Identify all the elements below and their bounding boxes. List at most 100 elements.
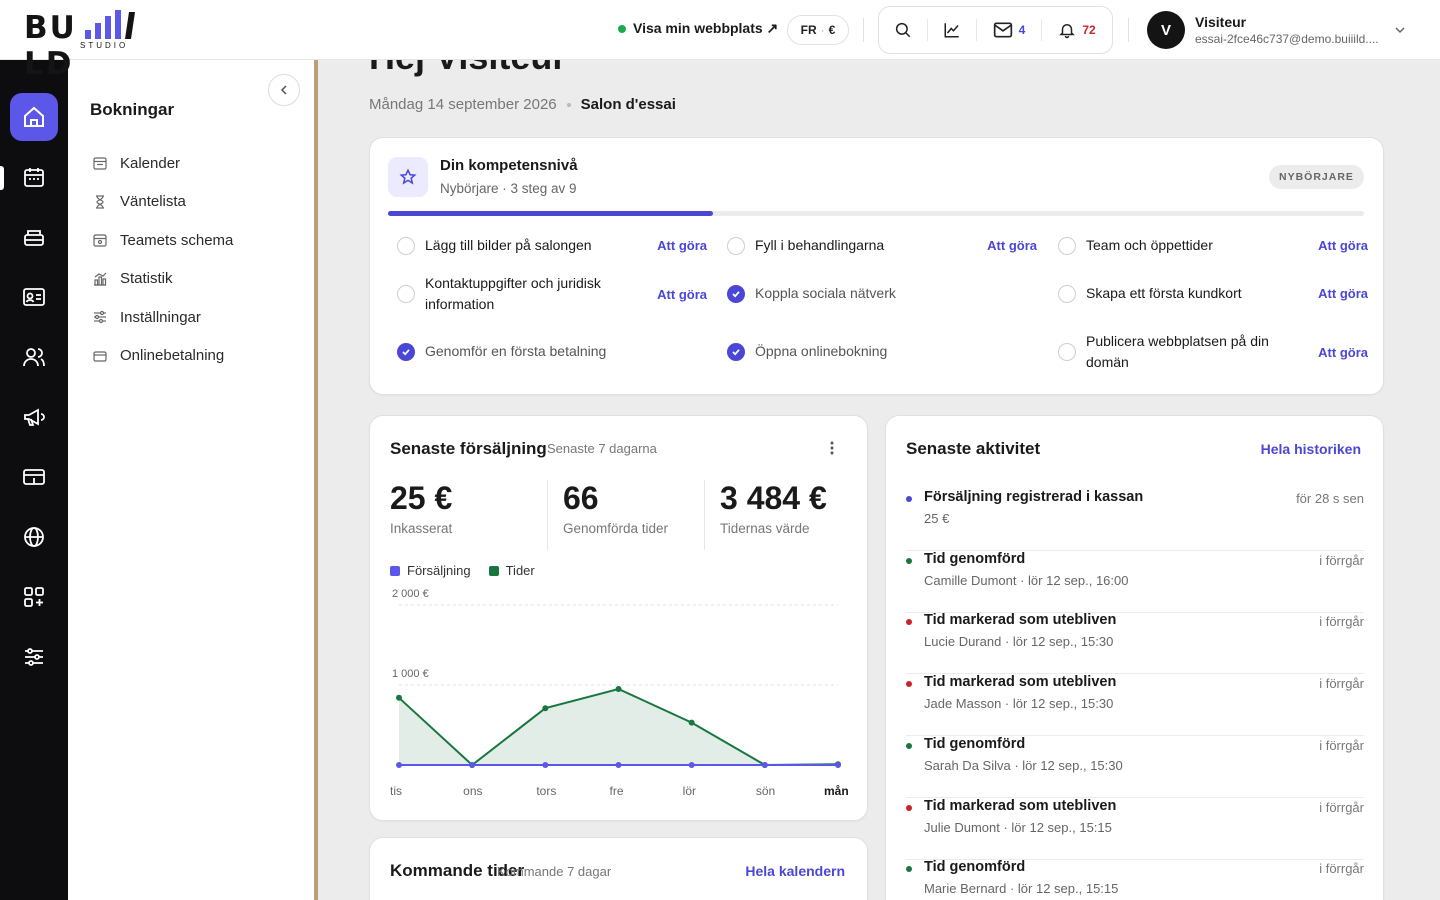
kpi-value: 25 €: [390, 480, 453, 516]
task-label: Team och öppettider: [1086, 237, 1213, 253]
legend-item-appointments[interactable]: Tider: [488, 563, 535, 578]
full-history-link[interactable]: Hela historiken: [1261, 441, 1361, 457]
activity-status-dot: [906, 496, 912, 502]
activity-status-dot: [906, 681, 912, 688]
search-button[interactable]: [879, 7, 927, 53]
activity-item[interactable]: Tid markerad som utebliven Jade Masson · …: [906, 674, 1364, 737]
full-calendar-link[interactable]: Hela kalendern: [745, 863, 845, 879]
legend-label: Försäljning: [407, 563, 471, 578]
activity-status-dot: [906, 866, 912, 873]
calendar-small-icon: [93, 157, 107, 170]
activity-item[interactable]: Tid genomförd Sarah Da Silva · lör 12 sep…: [906, 736, 1364, 798]
task-item[interactable]: Lägg till bilder på salongen Att göra: [397, 235, 707, 256]
activity-item[interactable]: Tid genomförd Marie Bernard · lör 12 sep.…: [906, 859, 1364, 900]
nav-home[interactable]: [10, 93, 58, 141]
submenu-item-statistik[interactable]: Statistik: [92, 260, 233, 299]
task-checkbox-checked[interactable]: [727, 284, 745, 303]
activity-item[interactable]: Försäljning registrerad i kassan 25 € för …: [906, 489, 1364, 551]
nav-contacts[interactable]: [10, 273, 58, 321]
activity-item[interactable]: Tid markerad som utebliven Lucie Durand ·…: [906, 612, 1364, 675]
contact-card-icon: [23, 288, 45, 306]
task-item[interactable]: Öppna onlinebokning: [727, 341, 1037, 362]
task-item[interactable]: Koppla sociala nätverk: [727, 283, 1037, 304]
submenu-item-kalender[interactable]: Kalender: [92, 144, 233, 183]
nav-bookings[interactable]: [10, 153, 58, 201]
language-currency-switcher[interactable]: FR · €: [787, 15, 849, 45]
activity-status-dot: [906, 804, 912, 811]
activity-title: Tid genomförd: [924, 550, 1026, 567]
task-checkbox[interactable]: [397, 285, 415, 303]
activity-status-dot: [906, 557, 912, 564]
submenu-item-label: Statistik: [120, 270, 173, 288]
activity-detail: Camille Dumont · lör 12 sep., 16:00: [924, 572, 1129, 588]
visit-website-label: Visa min webbplats ↗: [633, 20, 779, 36]
task-checkbox-checked[interactable]: [397, 342, 415, 361]
legend-item-sales[interactable]: Försäljning: [390, 563, 471, 578]
sales-point: [542, 762, 549, 768]
kpi-value-total: 3 484 € Tidernas värde: [720, 480, 827, 536]
task-todo-link[interactable]: Att göra: [657, 238, 707, 253]
activity-item[interactable]: Tid markerad som utebliven Julie Dumont ·…: [906, 798, 1364, 860]
task-todo-link[interactable]: Att göra: [1318, 238, 1368, 253]
task-item[interactable]: Skapa ett första kundkort Att göra: [1058, 283, 1368, 304]
chart-line-icon: [944, 23, 959, 38]
date-line: Måndag 14 september 2026 Salon d'essai: [369, 96, 676, 113]
task-item[interactable]: Publicera webbplatsen på din domän Att g…: [1058, 331, 1368, 373]
task-label: Genomför en första betalning: [425, 343, 607, 359]
nav-apps[interactable]: [10, 573, 58, 621]
task-checkbox-checked[interactable]: [727, 342, 745, 361]
messages-button[interactable]: 4: [977, 7, 1041, 53]
nav-website[interactable]: [10, 513, 58, 561]
activity-time: i förrgår: [1319, 799, 1364, 815]
kpi-value: 66: [563, 480, 599, 516]
task-item[interactable]: Team och öppettider Att göra: [1058, 235, 1368, 256]
nav-marketing[interactable]: [10, 393, 58, 441]
main-nav-rail: [0, 60, 68, 900]
page-title: Hej Visiteur: [369, 60, 566, 78]
nav-register[interactable]: [10, 213, 58, 261]
payment-icon: [23, 469, 45, 485]
task-todo-link[interactable]: Att göra: [1318, 345, 1368, 360]
task-checkbox[interactable]: [1058, 343, 1076, 361]
task-checkbox[interactable]: [1058, 236, 1076, 255]
submenu-item-teamets-schema[interactable]: Teamets schema: [92, 221, 233, 260]
lang-separator: ·: [820, 23, 825, 37]
build-logo[interactable]: BULD STUDIO: [24, 8, 184, 82]
appointments-point: [615, 686, 622, 692]
activity-title: Tid markerad som utebliven: [924, 612, 1117, 629]
analytics-button[interactable]: [928, 7, 976, 53]
activity-detail: 25 €: [924, 511, 950, 526]
settings-icon: [94, 311, 106, 324]
notifications-button[interactable]: 72: [1042, 7, 1112, 53]
task-todo-link[interactable]: Att göra: [657, 287, 707, 302]
task-todo-link[interactable]: Att göra: [1318, 286, 1368, 301]
task-checkbox[interactable]: [397, 236, 415, 255]
task-checkbox[interactable]: [727, 236, 745, 255]
submenu-item-onlinebetalning[interactable]: Onlinebetalning: [92, 337, 233, 376]
user-menu[interactable]: V Visiteur essai-2fce46c737@demo.buiiild…: [1147, 11, 1385, 49]
logo-studio-text: STUDIO: [80, 41, 129, 50]
collapse-sidebar-button[interactable]: [268, 74, 300, 106]
task-label: Skapa ett första kundkort: [1086, 285, 1242, 301]
card-icon: [93, 351, 107, 362]
task-label: Kontaktuppgifter och juridisk informatio…: [425, 275, 601, 312]
task-label: Publicera webbplatsen på din domän: [1086, 333, 1269, 370]
nav-settings[interactable]: [10, 633, 58, 681]
task-checkbox[interactable]: [1058, 284, 1076, 303]
task-item[interactable]: Kontaktuppgifter och juridisk informatio…: [397, 273, 707, 315]
sales-title: Senaste försäljning: [390, 439, 547, 458]
activity-item[interactable]: Tid genomförd Camille Dumont · lör 12 sep…: [906, 551, 1364, 613]
x-tick-label: ons: [463, 784, 482, 798]
search-icon: [895, 22, 911, 38]
submenu-item-installningar[interactable]: Inställningar: [92, 298, 233, 337]
task-item[interactable]: Fyll i behandlingarna Att göra: [727, 235, 1037, 256]
task-todo-link[interactable]: Att göra: [987, 238, 1037, 253]
nav-clients[interactable]: [10, 333, 58, 381]
visit-website-link[interactable]: Visa min webbplats ↗: [618, 20, 778, 37]
nav-payments[interactable]: [10, 453, 58, 501]
task-item[interactable]: Genomför en första betalning: [397, 341, 707, 362]
submenu-item-vantelista[interactable]: Väntelista: [92, 183, 233, 222]
more-options-icon[interactable]: [828, 440, 836, 456]
chevron-down-icon[interactable]: [1394, 24, 1406, 36]
kpi-label: Inkasserat: [390, 521, 453, 536]
